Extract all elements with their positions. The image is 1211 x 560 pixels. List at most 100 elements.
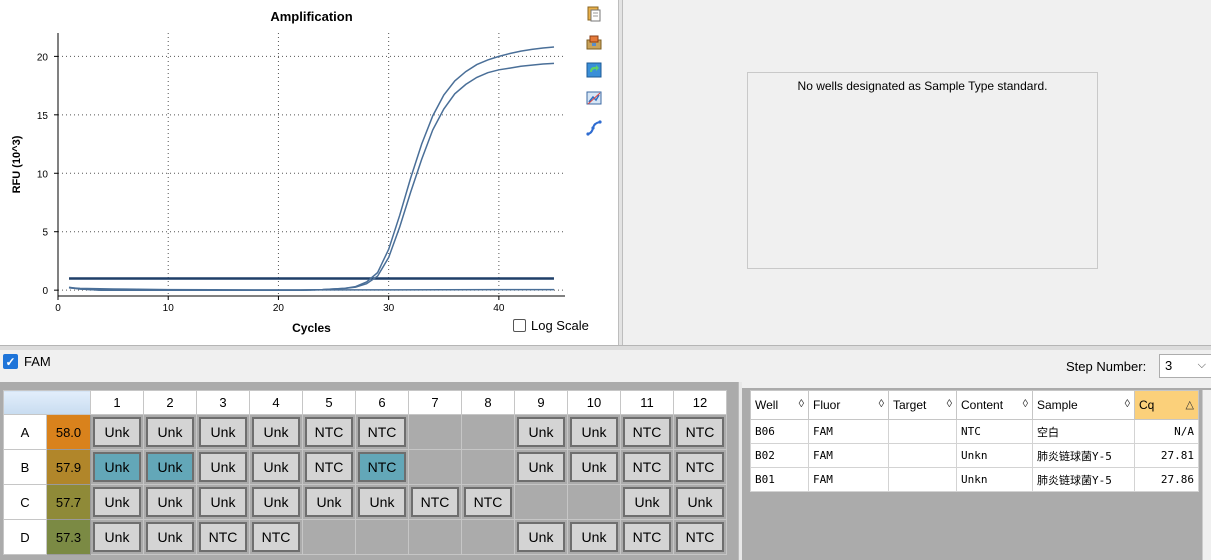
sort-icon[interactable]: ◊ [799, 398, 804, 410]
well-content-unk[interactable]: Unk [570, 522, 618, 552]
sort-icon[interactable]: ◊ [1023, 398, 1028, 410]
well-content-unk[interactable]: Unk [570, 417, 618, 447]
well-content-unk[interactable]: Unk [146, 417, 194, 447]
plate-well[interactable]: Unk [143, 449, 197, 485]
plate-well[interactable]: Unk [567, 414, 621, 450]
plate-well[interactable]: NTC [673, 519, 727, 555]
plate-well[interactable]: Unk [143, 414, 197, 450]
plate-well[interactable]: Unk [567, 519, 621, 555]
plate-well[interactable]: Unk [514, 414, 568, 450]
plate-well[interactable]: Unk [355, 484, 409, 520]
results-header-fluor[interactable]: Fluor ◊ [808, 390, 889, 420]
well-content-unk[interactable]: Unk [146, 522, 194, 552]
plate-well[interactable]: Unk [90, 414, 144, 450]
well-content-ntc[interactable]: NTC [252, 522, 300, 552]
plate-well[interactable]: Unk [196, 414, 250, 450]
well-content-ntc[interactable]: NTC [676, 522, 724, 552]
sort-ascending-icon[interactable]: △ [1186, 398, 1194, 411]
well-content-unk[interactable]: Unk [199, 452, 247, 482]
well-content-unk[interactable]: Unk [570, 452, 618, 482]
well-content-unk[interactable]: Unk [93, 487, 141, 517]
plate-column-header[interactable]: 3 [196, 390, 250, 415]
plate-well[interactable]: NTC [620, 414, 674, 450]
plate-well[interactable]: Unk [143, 484, 197, 520]
well-content-ntc[interactable]: NTC [623, 417, 671, 447]
horizontal-splitter[interactable] [0, 345, 1211, 350]
well-content-unk[interactable]: Unk [358, 487, 406, 517]
image-icon[interactable] [585, 89, 603, 107]
plate-well[interactable] [461, 449, 515, 485]
plate-well[interactable]: Unk [620, 484, 674, 520]
well-content-ntc[interactable]: NTC [199, 522, 247, 552]
step-number-select[interactable]: 3 ⌵ [1159, 354, 1211, 378]
well-content-unk[interactable]: Unk [146, 452, 194, 482]
plate-column-header[interactable]: 10 [567, 390, 621, 415]
plate-well[interactable]: NTC [355, 449, 409, 485]
plate-well[interactable]: NTC [249, 519, 303, 555]
well-content-unk[interactable]: Unk [93, 417, 141, 447]
plate-well[interactable] [408, 414, 462, 450]
plate-well[interactable]: Unk [249, 449, 303, 485]
well-content-unk[interactable]: Unk [517, 452, 565, 482]
well-content-unk[interactable]: Unk [252, 417, 300, 447]
plate-well[interactable]: NTC [673, 414, 727, 450]
well-content-unk[interactable]: Unk [252, 487, 300, 517]
plate-column-header[interactable]: 5 [302, 390, 356, 415]
plate-row-header[interactable]: C [3, 484, 47, 520]
plate-well[interactable]: NTC [302, 449, 356, 485]
plate-well[interactable] [408, 449, 462, 485]
export-icon[interactable] [585, 33, 603, 51]
plate-column-header[interactable]: 11 [620, 390, 674, 415]
plate-well[interactable]: Unk [514, 449, 568, 485]
well-content-unk[interactable]: Unk [93, 452, 141, 482]
plate-well[interactable] [408, 519, 462, 555]
plate-corner[interactable] [3, 390, 91, 415]
plate-row-header[interactable]: D [3, 519, 47, 555]
well-content-unk[interactable]: Unk [305, 487, 353, 517]
plate-well[interactable]: Unk [196, 484, 250, 520]
plate-well[interactable]: Unk [90, 519, 144, 555]
plate-well[interactable]: Unk [567, 449, 621, 485]
well-content-unk[interactable]: Unk [93, 522, 141, 552]
plate-well[interactable]: NTC [620, 449, 674, 485]
plate-well[interactable]: NTC [408, 484, 462, 520]
well-content-unk[interactable]: Unk [676, 487, 724, 517]
curve-icon[interactable] [585, 119, 603, 137]
results-header-cq[interactable]: Cq △ [1134, 390, 1199, 420]
well-content-ntc[interactable]: NTC [358, 452, 406, 482]
plate-well[interactable] [355, 519, 409, 555]
well-content-ntc[interactable]: NTC [623, 452, 671, 482]
plate-well[interactable] [567, 484, 621, 520]
well-content-unk[interactable]: Unk [517, 522, 565, 552]
sort-icon[interactable]: ◊ [947, 398, 952, 410]
plate-well[interactable]: Unk [514, 519, 568, 555]
well-content-ntc[interactable]: NTC [305, 417, 353, 447]
well-content-unk[interactable]: Unk [623, 487, 671, 517]
plate-well[interactable]: NTC [620, 519, 674, 555]
plate-column-header[interactable]: 1 [90, 390, 144, 415]
plate-well[interactable]: Unk [249, 484, 303, 520]
well-content-unk[interactable]: Unk [199, 487, 247, 517]
plate-column-header[interactable]: 7 [408, 390, 462, 415]
plate-well[interactable]: NTC [302, 414, 356, 450]
results-header-target[interactable]: Target ◊ [888, 390, 957, 420]
log-scale-checkbox[interactable] [513, 319, 526, 332]
plate-well[interactable]: Unk [143, 519, 197, 555]
well-content-unk[interactable]: Unk [146, 487, 194, 517]
plate-well[interactable]: NTC [461, 484, 515, 520]
refresh-icon[interactable] [585, 61, 603, 79]
plate-well[interactable]: NTC [355, 414, 409, 450]
plate-column-header[interactable]: 9 [514, 390, 568, 415]
sort-icon[interactable]: ◊ [1125, 398, 1130, 410]
fam-checkbox[interactable]: ✓ [3, 354, 18, 369]
well-content-unk[interactable]: Unk [517, 417, 565, 447]
well-content-ntc[interactable]: NTC [411, 487, 459, 517]
plate-column-header[interactable]: 8 [461, 390, 515, 415]
plate-well[interactable]: Unk [673, 484, 727, 520]
well-content-unk[interactable]: Unk [252, 452, 300, 482]
well-content-ntc[interactable]: NTC [464, 487, 512, 517]
results-header-sample[interactable]: Sample ◊ [1032, 390, 1135, 420]
plate-column-header[interactable]: 12 [673, 390, 727, 415]
plate-column-header[interactable]: 4 [249, 390, 303, 415]
plate-well[interactable] [461, 414, 515, 450]
